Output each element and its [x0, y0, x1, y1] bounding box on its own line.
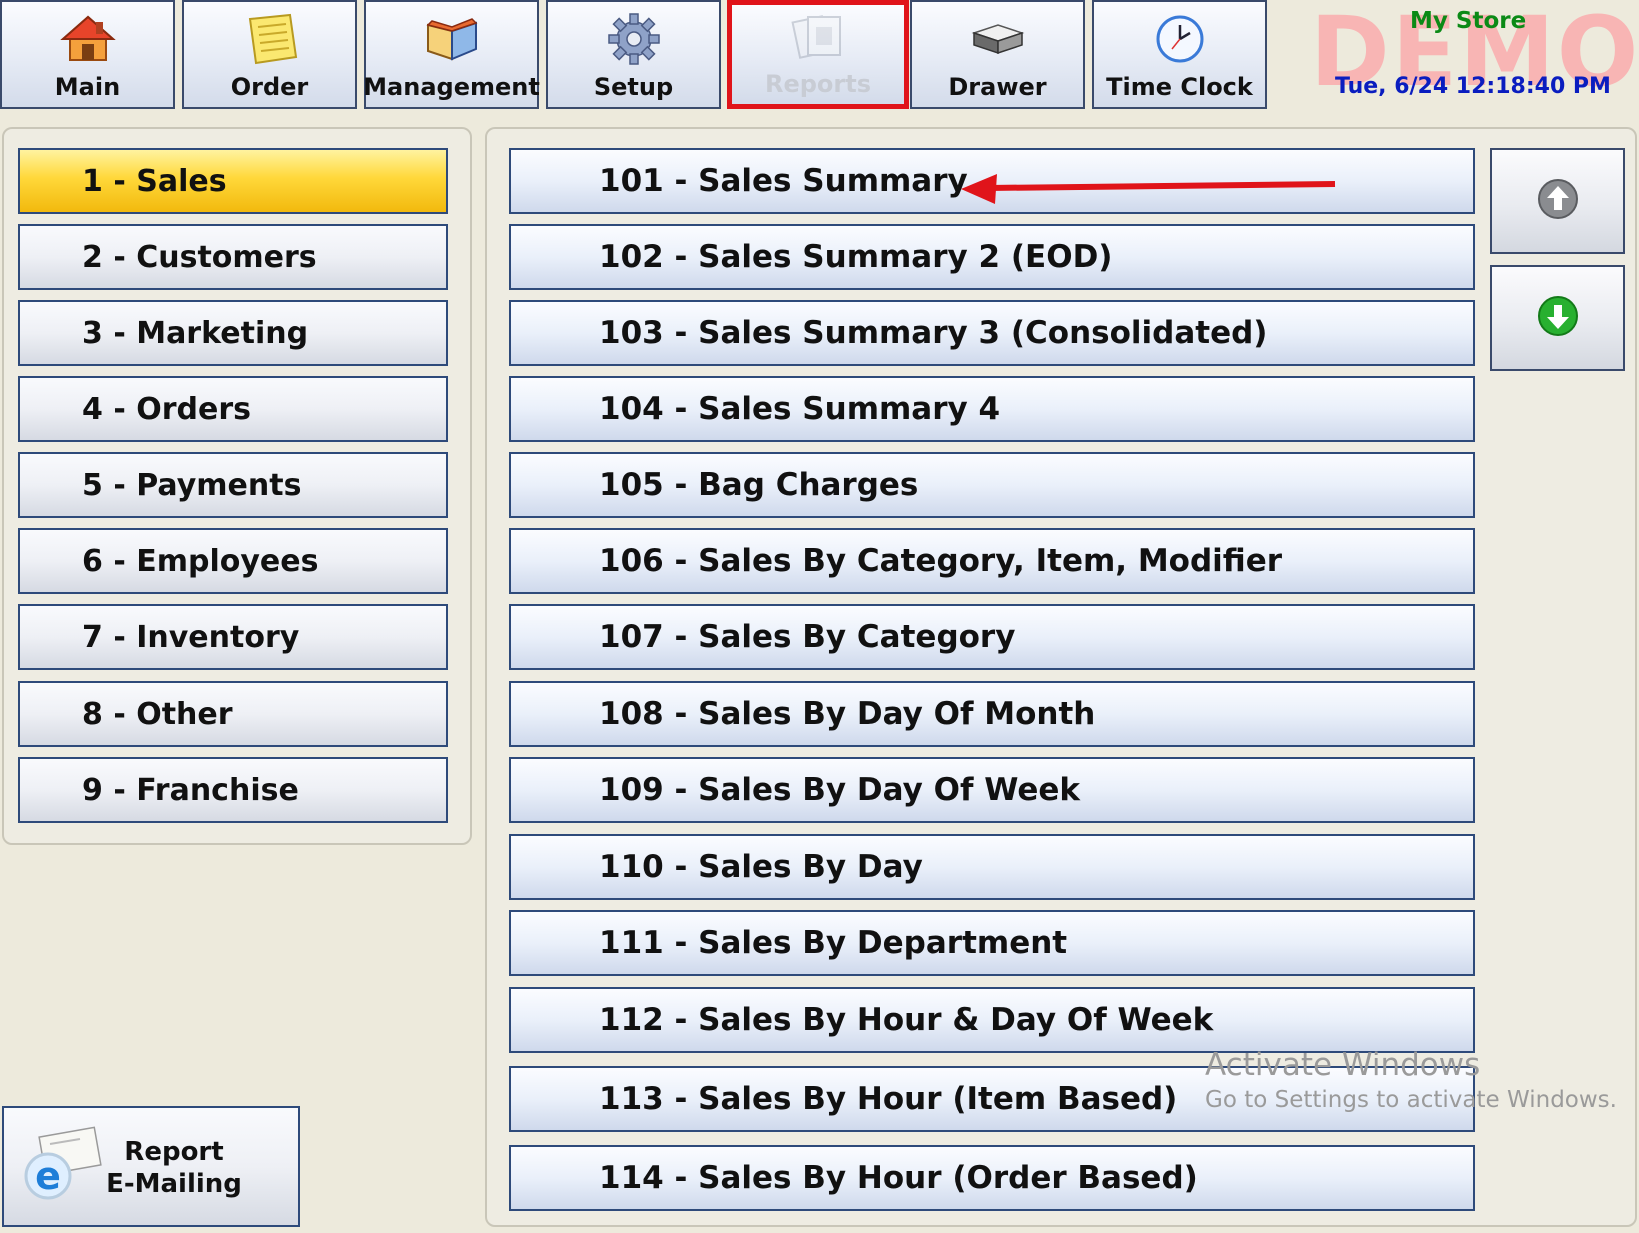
svg-text:e: e	[35, 1154, 61, 1198]
order-label: Order	[230, 73, 309, 101]
report-label: 110 - Sales By Day	[599, 849, 923, 885]
setup-button[interactable]: Setup	[546, 0, 721, 109]
report-label: 112 - Sales By Hour & Day Of Week	[599, 1002, 1214, 1038]
arrow-up-icon	[1537, 178, 1579, 224]
management-button[interactable]: Management	[363, 0, 540, 109]
activation-subtitle: Go to Settings to activate Windows.	[1205, 1087, 1617, 1113]
time-clock-label: Time Clock	[1106, 73, 1253, 101]
management-label: Management	[363, 73, 540, 101]
ie-email-icon: e	[20, 1126, 102, 1210]
reports-button[interactable]: Reports	[727, 0, 909, 109]
store-info: DEMO My Store Tue, 6/24 12:18:40 PM	[1300, 0, 1639, 109]
house-icon	[59, 11, 116, 67]
report-item-108[interactable]: 108 - Sales By Day Of Month	[509, 681, 1475, 747]
report-label: 109 - Sales By Day Of Week	[599, 772, 1081, 808]
book-icon	[422, 11, 482, 67]
category-label: 1 - Sales	[82, 163, 227, 199]
category-label: 9 - Franchise	[82, 772, 299, 808]
clock-icon	[1154, 11, 1206, 67]
email-label-line1: Report	[124, 1137, 224, 1167]
report-label: 102 - Sales Summary 2 (EOD)	[599, 239, 1113, 275]
windows-activation-watermark: Activate Windows Go to Settings to activ…	[1205, 1047, 1617, 1113]
arrow-down-icon	[1537, 295, 1579, 341]
store-datetime: Tue, 6/24 12:18:40 PM	[1335, 74, 1611, 99]
category-other[interactable]: 8 - Other	[18, 681, 448, 747]
category-label: 8 - Other	[82, 696, 233, 732]
activation-title: Activate Windows	[1205, 1047, 1481, 1083]
scroll-up-button[interactable]	[1490, 148, 1625, 254]
category-label: 4 - Orders	[82, 391, 251, 427]
report-label: 101 - Sales Summary	[599, 163, 968, 199]
category-label: 5 - Payments	[82, 467, 302, 503]
report-item-102[interactable]: 102 - Sales Summary 2 (EOD)	[509, 224, 1475, 290]
report-label: 107 - Sales By Category	[599, 619, 1016, 655]
notepad-icon	[240, 11, 300, 67]
report-label: 111 - Sales By Department	[599, 925, 1068, 961]
scroll-down-button[interactable]	[1490, 265, 1625, 371]
category-orders[interactable]: 4 - Orders	[18, 376, 448, 442]
gear-icon	[607, 11, 661, 67]
main-button[interactable]: Main	[0, 0, 175, 109]
report-label: 113 - Sales By Hour (Item Based)	[599, 1081, 1178, 1117]
drawer-label: Drawer	[948, 73, 1047, 101]
main-label: Main	[54, 73, 121, 101]
category-franchise[interactable]: 9 - Franchise	[18, 757, 448, 823]
report-label: 106 - Sales By Category, Item, Modifier	[599, 543, 1283, 579]
report-item-103[interactable]: 103 - Sales Summary 3 (Consolidated)	[509, 300, 1475, 366]
report-label: 103 - Sales Summary 3 (Consolidated)	[599, 315, 1268, 351]
reports-label: Reports	[764, 70, 872, 98]
drawer-button[interactable]: Drawer	[910, 0, 1085, 109]
annotation-arrow-icon	[961, 174, 1336, 204]
report-item-112[interactable]: 112 - Sales By Hour & Day Of Week	[509, 987, 1475, 1053]
drawer-icon	[968, 11, 1028, 67]
category-sales[interactable]: 1 - Sales	[18, 148, 448, 214]
time-clock-button[interactable]: Time Clock	[1092, 0, 1267, 109]
category-inventory[interactable]: 7 - Inventory	[18, 604, 448, 670]
category-label: 6 - Employees	[82, 543, 319, 579]
report-emailing-label: Report E-Mailing	[99, 1136, 249, 1200]
report-item-110[interactable]: 110 - Sales By Day	[509, 834, 1475, 900]
report-item-104[interactable]: 104 - Sales Summary 4	[509, 376, 1475, 442]
reports-icon	[790, 8, 846, 64]
order-button[interactable]: Order	[182, 0, 357, 109]
report-emailing-button[interactable]: e Report E-Mailing	[2, 1106, 300, 1227]
report-label: 104 - Sales Summary 4	[599, 391, 1001, 427]
category-label: 7 - Inventory	[82, 619, 300, 655]
report-item-106[interactable]: 106 - Sales By Category, Item, Modifier	[509, 528, 1475, 594]
report-label: 114 - Sales By Hour (Order Based)	[599, 1160, 1198, 1196]
setup-label: Setup	[593, 73, 674, 101]
report-item-114[interactable]: 114 - Sales By Hour (Order Based)	[509, 1145, 1475, 1211]
category-marketing[interactable]: 3 - Marketing	[18, 300, 448, 366]
report-label: 108 - Sales By Day Of Month	[599, 696, 1096, 732]
report-label: 105 - Bag Charges	[599, 467, 919, 503]
email-label-line2: E-Mailing	[106, 1169, 242, 1199]
report-item-107[interactable]: 107 - Sales By Category	[509, 604, 1475, 670]
report-item-111[interactable]: 111 - Sales By Department	[509, 910, 1475, 976]
report-item-105[interactable]: 105 - Bag Charges	[509, 452, 1475, 518]
report-item-109[interactable]: 109 - Sales By Day Of Week	[509, 757, 1475, 823]
category-label: 3 - Marketing	[82, 315, 309, 351]
category-employees[interactable]: 6 - Employees	[18, 528, 448, 594]
store-name: My Store	[1410, 8, 1527, 34]
category-label: 2 - Customers	[82, 239, 317, 275]
category-customers[interactable]: 2 - Customers	[18, 224, 448, 290]
category-payments[interactable]: 5 - Payments	[18, 452, 448, 518]
